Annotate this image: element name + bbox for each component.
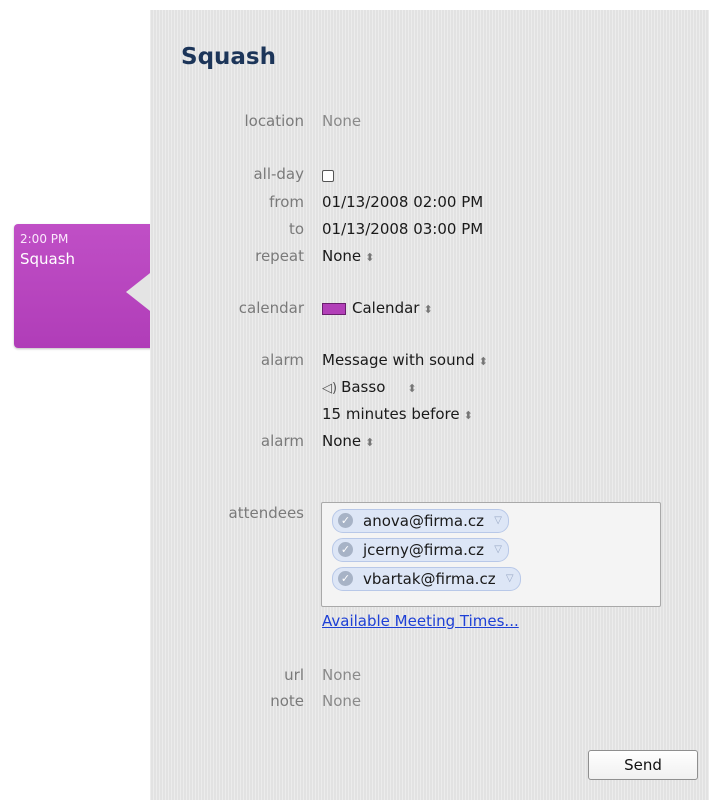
calendar-color-swatch: [322, 302, 346, 315]
alarm-timing-value: 15 minutes before: [322, 405, 460, 423]
up-down-arrows-icon: ⬍: [365, 251, 374, 264]
calendar-label: calendar: [238, 299, 304, 317]
url-value[interactable]: None: [322, 666, 361, 684]
up-down-arrows-icon: ⬍: [463, 409, 473, 422]
note-value[interactable]: None: [322, 692, 361, 710]
send-button[interactable]: Send: [588, 750, 698, 780]
all-day-checkbox[interactable]: [322, 170, 334, 182]
attendee-chip[interactable]: ✓ anova@firma.cz ▽: [332, 509, 509, 533]
attendees-label: attendees: [228, 504, 304, 522]
chevron-down-icon[interactable]: ▽: [494, 510, 502, 532]
event-inspector-panel: Squash location None all-day from 01/13/…: [150, 10, 709, 800]
alarm-label: alarm: [260, 351, 304, 369]
alarm-label-2: alarm: [260, 432, 304, 450]
to-value[interactable]: 01/13/2008 03:00 PM: [322, 220, 483, 238]
event-name: Squash: [20, 250, 76, 268]
repeat-select[interactable]: None ⬍: [322, 247, 374, 265]
attendee-chip[interactable]: ✓ jcerny@firma.cz ▽: [332, 538, 509, 562]
event-title[interactable]: Squash: [181, 44, 276, 70]
up-down-arrows-icon: ⬍: [423, 303, 432, 316]
alarm-sound-select[interactable]: ◁) Basso ⬍: [322, 378, 417, 396]
repeat-label: repeat: [255, 247, 304, 265]
calendar-select[interactable]: Calendar ⬍: [322, 299, 433, 317]
url-label: url: [284, 666, 304, 684]
note-label: note: [270, 692, 304, 710]
attendee-email: jcerny@firma.cz: [363, 541, 484, 559]
check-icon: ✓: [338, 542, 353, 557]
event-time: 2:00 PM: [20, 232, 69, 246]
location-value[interactable]: None: [322, 112, 361, 130]
check-icon: ✓: [338, 513, 353, 528]
chevron-down-icon[interactable]: ▽: [494, 539, 502, 561]
from-value[interactable]: 01/13/2008 02:00 PM: [322, 193, 483, 211]
attendee-email: anova@firma.cz: [363, 512, 484, 530]
to-label: to: [288, 220, 304, 238]
up-down-arrows-icon: ⬍: [365, 436, 374, 449]
alarm-type-select[interactable]: Message with sound ⬍: [322, 351, 488, 369]
alarm-sound-value: Basso: [341, 378, 386, 396]
available-meeting-times-link[interactable]: Available Meeting Times...: [322, 612, 519, 630]
attendee-chip[interactable]: ✓ vbartak@firma.cz ▽: [332, 567, 521, 591]
attendee-email: vbartak@firma.cz: [363, 570, 496, 588]
alarm-timing-select[interactable]: 15 minutes before ⬍: [322, 405, 473, 423]
repeat-value: None: [322, 247, 362, 265]
speaker-icon: ◁): [322, 381, 338, 396]
alarm-2-select[interactable]: None ⬍: [322, 432, 374, 450]
up-down-arrows-icon: ⬍: [478, 355, 488, 368]
alarm-type-value: Message with sound: [322, 351, 475, 369]
alarm-2-value: None: [322, 432, 362, 450]
attendees-field[interactable]: ✓ anova@firma.cz ▽ ✓ jcerny@firma.cz ▽ ✓…: [321, 502, 661, 607]
location-label: location: [244, 112, 304, 130]
chevron-down-icon[interactable]: ▽: [506, 568, 514, 590]
from-label: from: [269, 193, 304, 211]
check-icon: ✓: [338, 571, 353, 586]
calendar-value: Calendar: [352, 299, 420, 317]
event-tab[interactable]: 2:00 PM Squash: [14, 224, 164, 348]
up-down-arrows-icon: ⬍: [407, 382, 416, 395]
all-day-label: all-day: [253, 165, 304, 183]
